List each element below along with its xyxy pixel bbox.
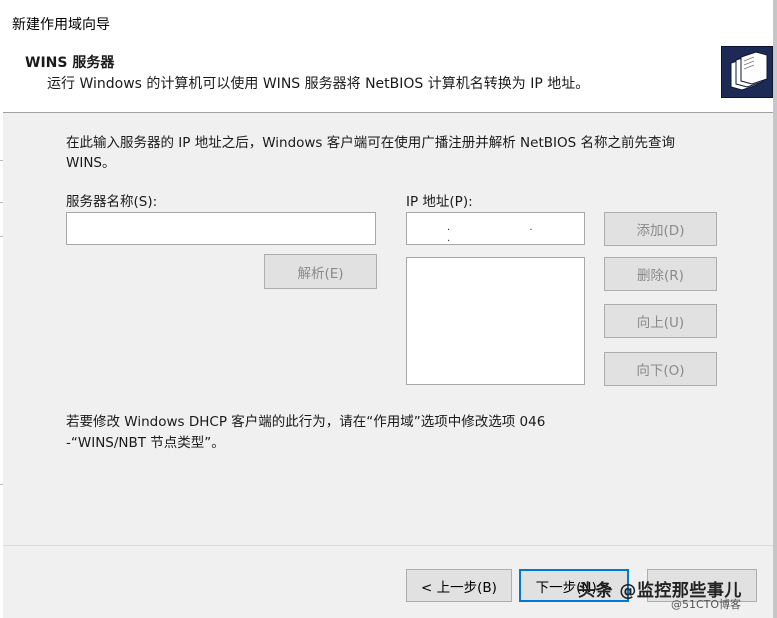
page-subtitle: 运行 Windows 的计算机可以使用 WINS 服务器将 NetBIOS 计算… bbox=[47, 76, 590, 92]
window-title: 新建作用域向导 bbox=[12, 17, 110, 33]
ip-address-label: IP 地址(P): bbox=[406, 194, 473, 210]
ip-address-input[interactable]: . . . bbox=[406, 212, 585, 245]
server-name-label: 服务器名称(S): bbox=[66, 194, 158, 210]
right-edge bbox=[773, 0, 777, 618]
back-button[interactable]: < 上一步(B) bbox=[406, 569, 512, 602]
left-edge-line bbox=[0, 160, 3, 161]
footer-divider bbox=[3, 545, 773, 546]
description-text: 在此输入服务器的 IP 地址之后，Windows 客户端可在使用广播注册并解析 … bbox=[66, 135, 675, 171]
wizard-folders-icon bbox=[721, 46, 773, 98]
server-name-input[interactable] bbox=[66, 212, 376, 245]
add-button[interactable]: 添加(D) bbox=[604, 212, 717, 246]
left-edge bbox=[0, 44, 3, 618]
title-bar: 新建作用域向导 bbox=[0, 0, 777, 44]
watermark-subtext: @51CTO博客 bbox=[671, 598, 742, 611]
wizard-header: WINS 服务器 运行 Windows 的计算机可以使用 WINS 服务器将 N… bbox=[0, 44, 777, 113]
remove-button[interactable]: 删除(R) bbox=[604, 257, 717, 291]
left-edge-line bbox=[0, 236, 3, 237]
page-title: WINS 服务器 bbox=[25, 55, 115, 71]
left-edge-line bbox=[0, 202, 3, 203]
note-text: 若要修改 Windows DHCP 客户端的此行为，请在“作用域”选项中修改选项… bbox=[66, 414, 546, 451]
ip-address-list[interactable] bbox=[406, 257, 585, 385]
left-edge-line bbox=[0, 484, 3, 485]
resolve-button[interactable]: 解析(E) bbox=[264, 254, 377, 289]
ip-address-dots: . . . bbox=[447, 222, 571, 244]
move-up-button[interactable]: 向上(U) bbox=[604, 304, 717, 338]
move-down-button[interactable]: 向下(O) bbox=[604, 352, 717, 386]
